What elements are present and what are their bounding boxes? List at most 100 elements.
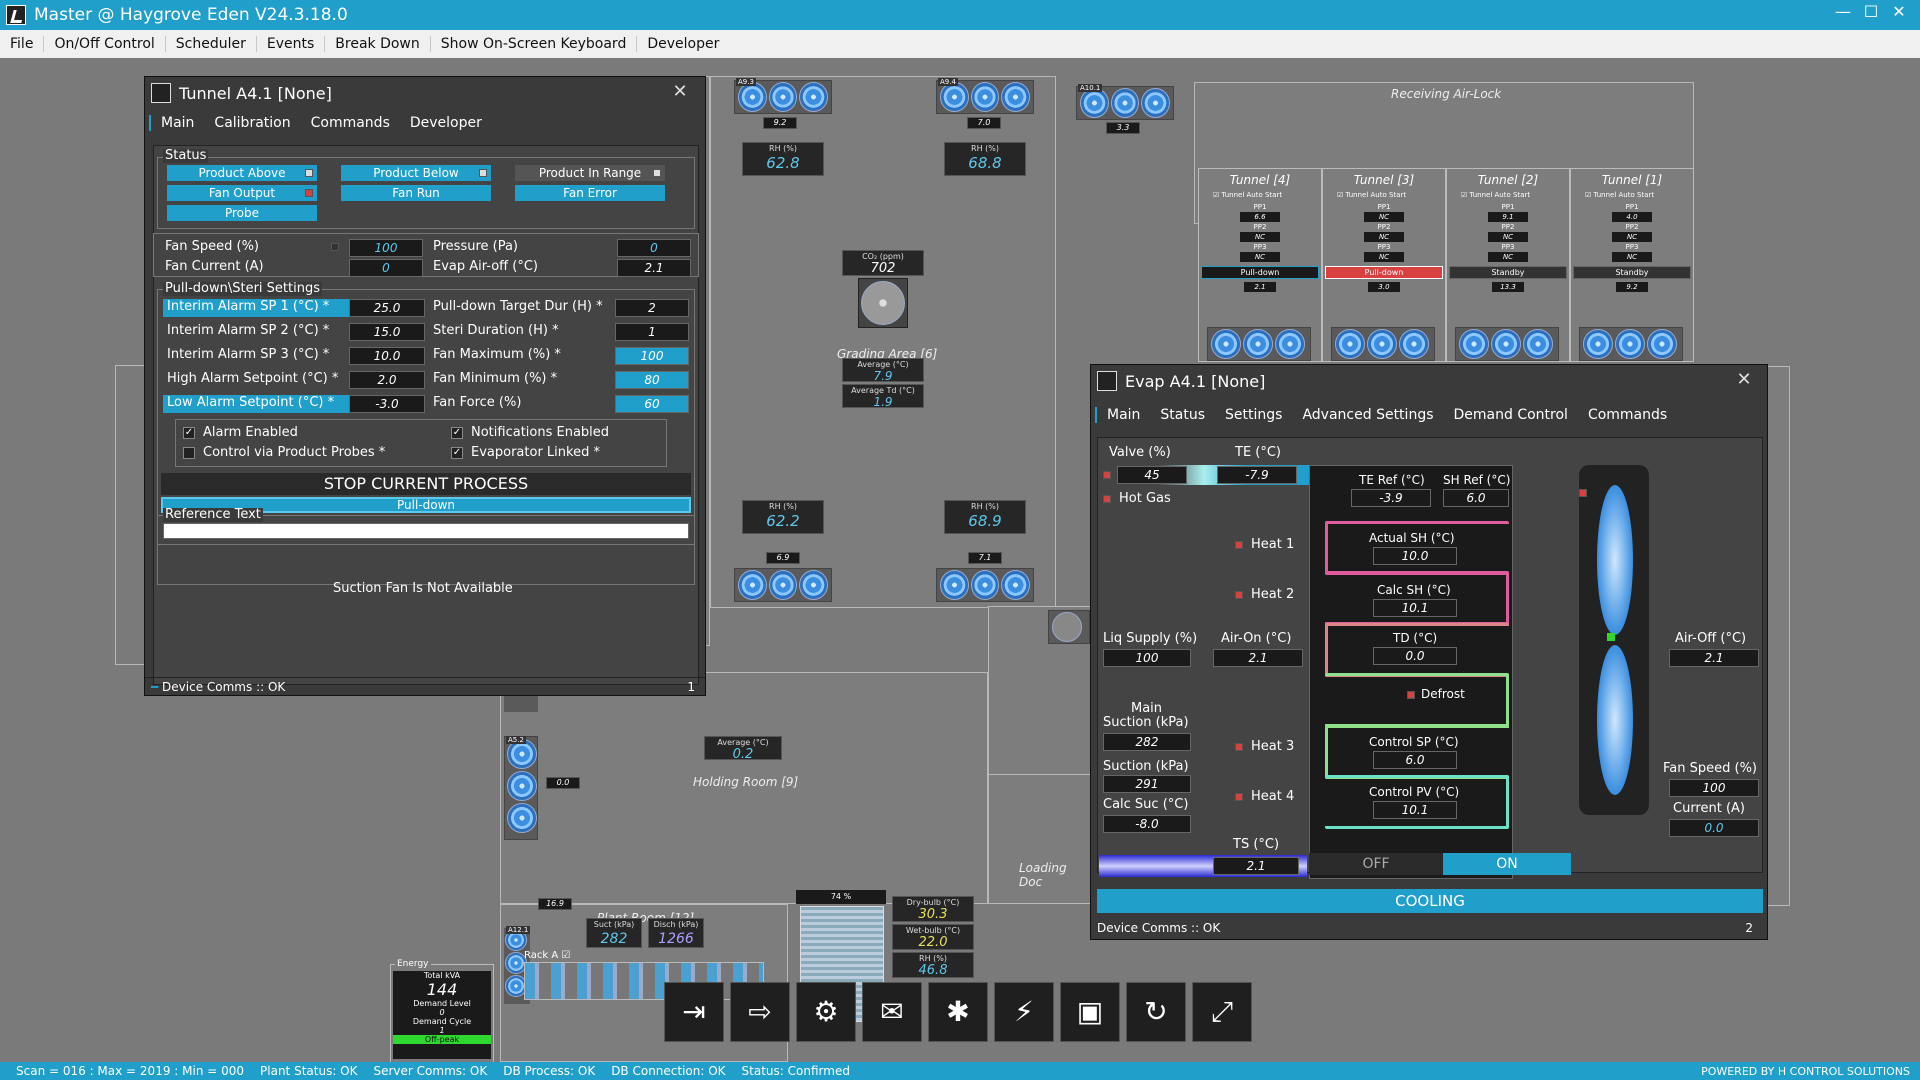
fan-force-input[interactable]: 60 xyxy=(615,395,689,413)
save-icon[interactable]: ▣ xyxy=(1060,982,1120,1042)
fan-unit[interactable] xyxy=(936,568,1034,602)
maximize-button[interactable]: ☐ xyxy=(1858,0,1884,26)
menu-onoff[interactable]: On/Off Control xyxy=(44,36,166,52)
air-off-value: 2.1 xyxy=(1669,649,1759,667)
fan-unit[interactable] xyxy=(734,568,832,602)
alarm-enabled-label: Alarm Enabled xyxy=(203,425,298,440)
evap-dialog-close-icon[interactable]: ✕ xyxy=(1731,369,1757,393)
fan-unit[interactable] xyxy=(1048,610,1090,644)
product-above-indicator[interactable]: Product Above xyxy=(167,165,317,181)
probe-indicator[interactable]: Probe xyxy=(167,205,317,221)
tab-calibration[interactable]: Calibration xyxy=(204,115,300,131)
interim-alarm-2-input[interactable]: 15.0 xyxy=(349,323,425,341)
fan-unit[interactable] xyxy=(1207,327,1311,361)
tunnel-dialog-close-icon[interactable]: ✕ xyxy=(667,81,693,105)
interim-alarm-1-input[interactable]: 25.0 xyxy=(349,299,425,317)
receiving-label: Receiving Air-Lock xyxy=(1391,87,1502,101)
fan-minimum-input[interactable]: 80 xyxy=(615,371,689,389)
menu-breakdown[interactable]: Break Down xyxy=(325,36,431,52)
interim-alarm-3-input[interactable]: 10.0 xyxy=(349,347,425,365)
pipe-green xyxy=(1325,673,1509,727)
tab-commands[interactable]: Commands xyxy=(301,115,400,131)
auto-start-checkbox[interactable]: ☑ Tunnel Auto Start xyxy=(1213,191,1321,199)
air-off-label: Air-Off (°C) xyxy=(1675,631,1747,646)
evaporator-linked-checkbox[interactable]: ✓ xyxy=(451,447,463,459)
menu-scheduler[interactable]: Scheduler xyxy=(166,36,257,52)
tab-advanced-settings[interactable]: Advanced Settings xyxy=(1292,407,1443,423)
tunnel-1-panel[interactable]: Tunnel [1] ☑ Tunnel Auto Start PP1 4.0 P… xyxy=(1570,168,1694,362)
steri-duration-input[interactable]: 1 xyxy=(615,323,689,341)
pulldown-target-input[interactable]: 2 xyxy=(615,299,689,317)
auto-start-checkbox[interactable]: ☑ Tunnel Auto Start xyxy=(1585,191,1693,199)
tab-demand-control[interactable]: Demand Control xyxy=(1444,407,1578,423)
pp1-label: PP1 xyxy=(1377,203,1391,211)
close-button[interactable]: ✕ xyxy=(1886,0,1912,26)
off-button[interactable]: OFF xyxy=(1309,853,1443,875)
notifications-enabled-checkbox[interactable]: ✓ xyxy=(451,427,463,439)
power-icon[interactable]: ⚡ xyxy=(994,982,1054,1042)
reference-input[interactable] xyxy=(163,523,689,539)
user-settings-icon[interactable]: ⚙ xyxy=(796,982,856,1042)
minimize-button[interactable]: — xyxy=(1830,0,1856,26)
product-in-range-indicator[interactable]: Product In Range xyxy=(515,165,665,181)
low-alarm-label: Low Alarm Setpoint (°C) * xyxy=(163,395,349,413)
tunnel-3-panel[interactable]: Tunnel [3] ☑ Tunnel Auto Start PP1 NC PP… xyxy=(1322,168,1446,362)
low-alarm-input[interactable]: -3.0 xyxy=(349,395,425,413)
tab-main[interactable]: Main xyxy=(1095,407,1150,423)
fan-icon xyxy=(1110,88,1140,118)
fan-maximum-input[interactable]: 100 xyxy=(615,347,689,365)
fan-minimum-label: Fan Minimum (%) * xyxy=(433,371,558,386)
pp3-value: NC xyxy=(1612,252,1652,262)
tab-main[interactable]: Main xyxy=(149,115,204,131)
status-label: Status xyxy=(163,148,209,163)
fan-tag: A9.3 xyxy=(736,78,756,86)
evap-page-num: 2 xyxy=(1745,921,1753,935)
control-pv-label: Control PV (°C) xyxy=(1369,785,1460,799)
logout-icon[interactable]: ⇨ xyxy=(730,982,790,1042)
login-icon[interactable]: ⇥ xyxy=(664,982,724,1042)
tunnel-state[interactable]: Pull-down xyxy=(1325,266,1443,279)
alarm-enabled-checkbox[interactable]: ✓ xyxy=(183,427,195,439)
defrost-led xyxy=(1407,691,1415,699)
refresh-icon[interactable]: ↻ xyxy=(1126,982,1186,1042)
disch-value: 1266 xyxy=(658,931,694,947)
high-alarm-input[interactable]: 2.0 xyxy=(349,371,425,389)
tab-status[interactable]: Status xyxy=(1150,407,1215,423)
tab-commands[interactable]: Commands xyxy=(1578,407,1677,423)
tunnel-4-panel[interactable]: Tunnel [4] ☑ Tunnel Auto Start PP1 6.6 P… xyxy=(1198,168,1322,362)
menu-events[interactable]: Events xyxy=(257,36,326,52)
fan-unit[interactable] xyxy=(1455,327,1559,361)
tunnel-state[interactable]: Standby xyxy=(1573,266,1691,279)
stop-process-button[interactable]: STOP CURRENT PROCESS xyxy=(161,473,691,495)
outdoor-rh-value: 46.8 xyxy=(918,963,948,978)
tunnel-state[interactable]: Standby xyxy=(1449,266,1567,279)
menu-file[interactable]: File xyxy=(0,36,45,52)
fan-run-indicator[interactable]: Fan Run xyxy=(341,185,491,201)
tunnel-state[interactable]: Pull-down xyxy=(1201,266,1319,279)
control-via-probes-checkbox[interactable] xyxy=(183,447,195,459)
fan-control-icon[interactable]: ✱ xyxy=(928,982,988,1042)
on-button[interactable]: ON xyxy=(1443,853,1571,875)
tab-developer[interactable]: Developer xyxy=(400,115,492,131)
te-label: TE (°C) xyxy=(1235,445,1282,460)
evap-tabs: Main Status Settings Advanced Settings D… xyxy=(1095,401,1767,429)
mail-icon[interactable]: ✉ xyxy=(862,982,922,1042)
fan-unit-vertical[interactable] xyxy=(504,736,538,840)
fan-unit[interactable] xyxy=(1579,327,1683,361)
fan-icon xyxy=(738,570,767,600)
product-below-indicator[interactable]: Product Below xyxy=(341,165,491,181)
pressure-value: 0 xyxy=(617,239,691,257)
fan-error-indicator[interactable]: Fan Error xyxy=(515,185,665,201)
heat-4-led xyxy=(1235,793,1243,801)
menu-keyboard[interactable]: Show On-Screen Keyboard xyxy=(431,36,638,52)
tab-settings[interactable]: Settings xyxy=(1215,407,1292,423)
fan-output-indicator[interactable]: Fan Output xyxy=(167,185,317,201)
fan-unit[interactable] xyxy=(1331,327,1435,361)
tunnel-2-panel[interactable]: Tunnel [2] ☑ Tunnel Auto Start PP1 9.1 P… xyxy=(1446,168,1570,362)
holding-label: Holding Room [9] xyxy=(693,775,799,789)
auto-start-checkbox[interactable]: ☑ Tunnel Auto Start xyxy=(1461,191,1569,199)
expand-icon[interactable]: ⤢ xyxy=(1192,982,1252,1042)
menu-developer[interactable]: Developer xyxy=(637,36,729,52)
auto-start-checkbox[interactable]: ☑ Tunnel Auto Start xyxy=(1337,191,1445,199)
air-on-label: Air-On (°C) xyxy=(1221,631,1292,646)
